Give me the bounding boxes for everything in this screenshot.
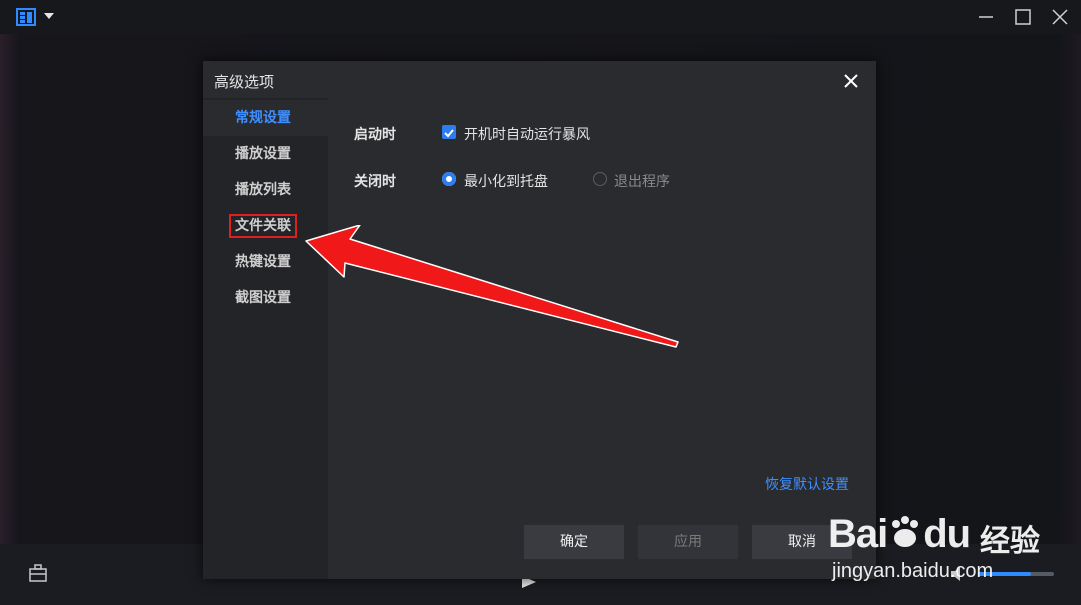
minimize-icon[interactable] [977,8,995,26]
apply-button[interactable]: 应用 [638,525,738,559]
title-bar [0,0,1081,34]
dialog-title: 高级选项 [214,73,275,91]
close-label: 关闭时 [354,174,396,190]
exit-program-label[interactable]: 退出程序 [614,171,670,191]
app-menu-dropdown-icon[interactable] [44,13,54,19]
watermark-url: jingyan.baidu.com [832,560,994,582]
nav-item-label: 文件关联 [229,214,297,238]
minimize-to-tray-radio[interactable] [442,172,456,186]
toolbox-icon[interactable] [28,563,48,583]
window-close-icon[interactable] [1051,8,1069,26]
nav-item-playlist[interactable]: 播放列表 [203,172,328,208]
app-logo-icon[interactable] [16,8,36,26]
baidu-jingyan-watermark: Bai du 经验 jingyan.baidu.com [828,488,1050,588]
nav-item-playback[interactable]: 播放设置 [203,136,328,172]
check-icon [444,129,454,138]
startup-label: 启动时 [354,127,396,143]
nav-item-label: 截图设置 [235,290,291,306]
nav-item-label: 常规设置 [235,110,291,126]
autorun-checkbox[interactable] [442,125,456,139]
ok-button[interactable]: 确定 [524,525,624,559]
watermark-brand-part1: Bai [828,512,888,556]
nav-item-label: 播放列表 [235,182,291,198]
autorun-label[interactable]: 开机时自动运行暴风 [464,124,590,144]
exit-program-radio[interactable] [593,172,607,186]
paw-icon [892,516,919,547]
watermark-product: 经验 [980,524,1040,559]
minimize-to-tray-label[interactable]: 最小化到托盘 [464,171,548,191]
dialog-close-icon[interactable] [842,72,860,90]
maximize-icon[interactable] [1014,8,1032,26]
annotation-arrow-icon [305,225,679,348]
nav-item-label: 热键设置 [235,254,291,270]
nav-item-label: 播放设置 [235,146,291,162]
watermark-brand: Bai du [828,512,971,557]
watermark-brand-part2: du [923,512,971,556]
nav-item-general[interactable]: 常规设置 [203,100,328,136]
